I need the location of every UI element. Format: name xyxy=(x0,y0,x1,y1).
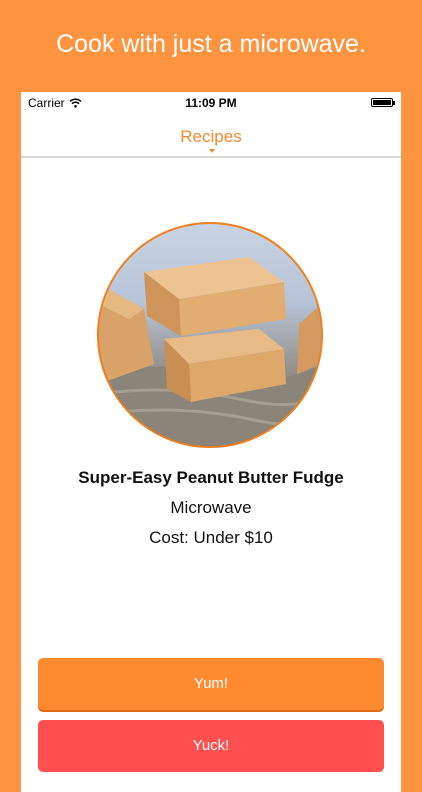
nav-title-recipes[interactable]: Recipes xyxy=(21,127,401,147)
nav-bar: Recipes xyxy=(21,114,401,158)
battery-icon xyxy=(371,98,395,107)
recipe-cost: Cost: Under $10 xyxy=(149,528,273,547)
recipe-method: Microwave xyxy=(170,498,252,517)
status-bar: Carrier 11:09 PM xyxy=(21,92,401,114)
phone-screen: Carrier 11:09 PM Recipes Super-Easy Pean… xyxy=(21,92,401,792)
recipe-title: Super-Easy Peanut Butter Fudge xyxy=(78,468,344,487)
yum-button[interactable]: Yum! xyxy=(38,658,384,710)
recipe-photo xyxy=(97,222,323,448)
yuck-button[interactable]: Yuck! xyxy=(38,720,384,772)
promo-headline: Cook with just a microwave. xyxy=(56,30,366,58)
fudge-illustration xyxy=(99,257,321,446)
caret-down-icon[interactable] xyxy=(209,149,215,153)
status-time: 11:09 PM xyxy=(185,96,237,110)
